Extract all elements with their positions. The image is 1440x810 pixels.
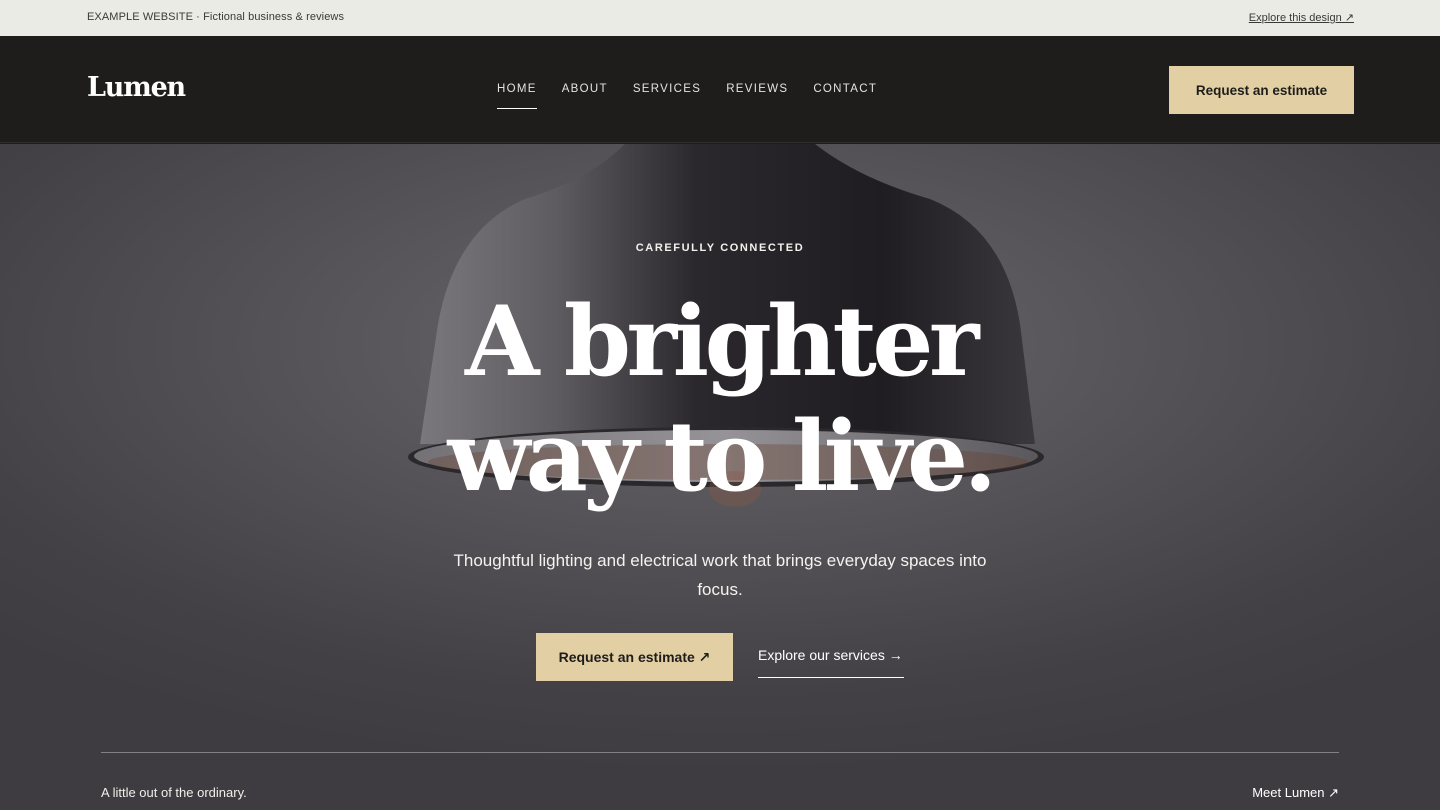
nav-contact[interactable]: CONTACT bbox=[813, 83, 877, 109]
hero-section: CAREFULLY CONNECTED A brighter way to li… bbox=[0, 144, 1440, 810]
hero-request-estimate-button[interactable]: Request an estimate ↗ bbox=[536, 633, 733, 681]
nav-home[interactable]: HOME bbox=[497, 83, 537, 109]
nav-services[interactable]: SERVICES bbox=[633, 83, 701, 109]
nav-about[interactable]: ABOUT bbox=[562, 83, 608, 109]
logo[interactable]: Lumen bbox=[87, 72, 186, 103]
headline-line-2: way to live. bbox=[447, 400, 997, 513]
explore-design-link[interactable]: Explore this design ↗ bbox=[1249, 11, 1354, 24]
hero-divider bbox=[101, 752, 1339, 753]
meet-lumen-link[interactable]: Meet Lumen ↗ bbox=[1252, 785, 1339, 801]
main-nav: HOME ABOUT SERVICES REVIEWS CONTACT bbox=[497, 83, 902, 109]
example-website-note: EXAMPLE WEBSITE · Fictional business & r… bbox=[87, 11, 345, 23]
explore-services-link[interactable]: Explore our services → bbox=[758, 647, 904, 678]
hero-eyebrow: CAREFULLY CONNECTED bbox=[635, 242, 805, 254]
header-request-estimate-button[interactable]: Request an estimate bbox=[1169, 66, 1354, 114]
tagline: A little out of the ordinary. bbox=[101, 785, 247, 800]
nav-reviews[interactable]: REVIEWS bbox=[726, 83, 788, 109]
site-header: Lumen HOME ABOUT SERVICES REVIEWS CONTAC… bbox=[0, 36, 1440, 143]
headline-line-1: A brighter bbox=[465, 285, 980, 398]
announcement-bar: EXAMPLE WEBSITE · Fictional business & r… bbox=[0, 0, 1440, 36]
hero-headline: A brighter way to live. bbox=[0, 284, 1440, 514]
hero-subtext: Thoughtful lighting and electrical work … bbox=[453, 551, 987, 599]
